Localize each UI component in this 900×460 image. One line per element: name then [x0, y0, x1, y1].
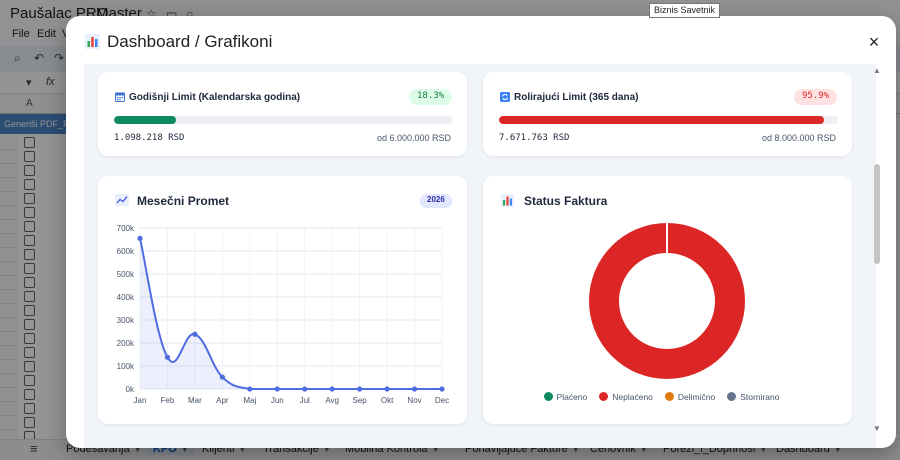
data-point[interactable] [411, 386, 418, 392]
repeat-icon [500, 92, 510, 102]
annual-limit-progress [114, 116, 453, 124]
rolling-limit-amount: 7.671.763 RSD [499, 133, 570, 143]
bar-chart-icon [85, 34, 100, 49]
invoice-status-title: Status Faktura [524, 194, 608, 208]
x-tick-label: Feb [161, 396, 175, 405]
rolling-limit-max: od 8.000.000 RSD [761, 133, 836, 143]
y-tick-label: 600k [117, 247, 135, 256]
x-tick-label: Jan [134, 396, 147, 405]
rolling-limit-card: Rolirajući Limit (365 dana) 95.9% 7.671.… [483, 72, 852, 156]
legend-label: Plaćeno [556, 392, 588, 402]
y-tick-label: 500k [117, 270, 135, 279]
data-point[interactable] [274, 386, 280, 392]
annual-limit-percent: 18.3% [409, 89, 453, 105]
legend-label: Delimično [677, 392, 716, 402]
data-point[interactable] [439, 386, 445, 392]
y-tick-label: 400k [117, 293, 135, 302]
monthly-line-chart: 0k 100k 200k 300k 400k 500k 600k 700k Jan Feb Mar A… [117, 224, 449, 405]
y-tick-label: 100k [117, 362, 135, 371]
calendar-icon [115, 92, 125, 102]
y-tick-label: 300k [117, 316, 135, 325]
modal-scrollbar[interactable]: ▲ ▼ [872, 66, 884, 438]
x-tick-label: Maj [243, 396, 256, 405]
x-tick-label: Apr [216, 396, 229, 405]
monthly-revenue-card: Mesečni Promet 2026 0k 100k 200k 300k 400k 50… [98, 176, 467, 424]
annual-limit-progress-fill [114, 116, 177, 124]
legend-swatch [727, 392, 737, 401]
legend-label: Neplaćeno [612, 392, 653, 402]
close-button[interactable]: × [864, 32, 884, 52]
legend-item[interactable]: Delimično [664, 392, 716, 402]
annual-limit-max: od 6.000.000 RSD [376, 133, 451, 143]
scroll-down-icon[interactable]: ▼ [873, 424, 881, 433]
modal-title: Dashboard / Grafikoni [107, 32, 273, 51]
data-point[interactable] [219, 374, 225, 380]
rolling-limit-progress-fill [499, 116, 825, 124]
y-tick-label: 0k [126, 385, 135, 394]
x-tick-label: Jun [271, 396, 284, 405]
x-tick-label: Jul [300, 396, 310, 405]
donut-legend: Plaćeno Neplaćeno Delimično Stornirano [483, 392, 852, 402]
x-tick-label: Okt [381, 396, 394, 405]
x-tick-label: Nov [407, 396, 421, 405]
legend-swatch [543, 392, 553, 401]
data-point[interactable] [302, 386, 308, 392]
x-tick-label: Avg [325, 396, 339, 405]
legend-label: Stornirano [740, 392, 780, 402]
dashboard-modal: Dashboard / Grafikoni × Godišnji Limit (… [66, 16, 896, 448]
donut-slice[interactable] [589, 223, 745, 379]
bar-chart-icon [501, 194, 514, 207]
scroll-thumb[interactable] [874, 164, 880, 264]
data-point[interactable] [384, 386, 390, 392]
data-point[interactable] [164, 354, 171, 360]
legend-item[interactable]: Stornirano [727, 392, 779, 402]
x-tick-label: Sep [353, 396, 368, 405]
year-badge: 2026 [420, 194, 452, 208]
rolling-limit-progress [499, 116, 838, 124]
line-chart-icon [115, 194, 129, 206]
data-point[interactable] [247, 386, 253, 392]
x-tick-label: Dec [435, 396, 449, 405]
legend-swatch [664, 392, 674, 401]
data-point[interactable] [137, 235, 143, 241]
invoice-status-donut [589, 222, 745, 379]
y-tick-label: 200k [117, 339, 135, 348]
data-point[interactable] [329, 386, 335, 392]
modal-header: Dashboard / Grafikoni × [66, 16, 896, 64]
monthly-revenue-title: Mesečni Promet [137, 194, 230, 208]
data-point[interactable] [192, 331, 198, 337]
x-tick-label: Mar [188, 396, 202, 405]
annual-limit-title: Godišnji Limit (Kalendarska godina) [129, 92, 301, 103]
data-point[interactable] [357, 386, 363, 392]
legend-swatch [599, 392, 609, 401]
scroll-up-icon[interactable]: ▲ [873, 66, 881, 75]
annual-limit-card: Godišnji Limit (Kalendarska godina) 18.3… [98, 72, 467, 156]
rolling-limit-title: Rolirajući Limit (365 dana) [514, 92, 639, 103]
annual-limit-amount: 1.098.218 RSD [114, 133, 185, 143]
rolling-limit-percent: 95.9% [794, 89, 838, 105]
legend-item[interactable]: Neplaćeno [599, 392, 653, 402]
invoice-status-card: Status Faktura Plaćeno Neplaćeno Delimično… [483, 176, 852, 424]
tooltip: Biznis Savetnik [649, 3, 721, 18]
y-tick-label: 700k [117, 224, 135, 233]
modal-body: Godišnji Limit (Kalendarska godina) 18.3… [84, 64, 876, 448]
legend-item[interactable]: Plaćeno [543, 392, 588, 402]
